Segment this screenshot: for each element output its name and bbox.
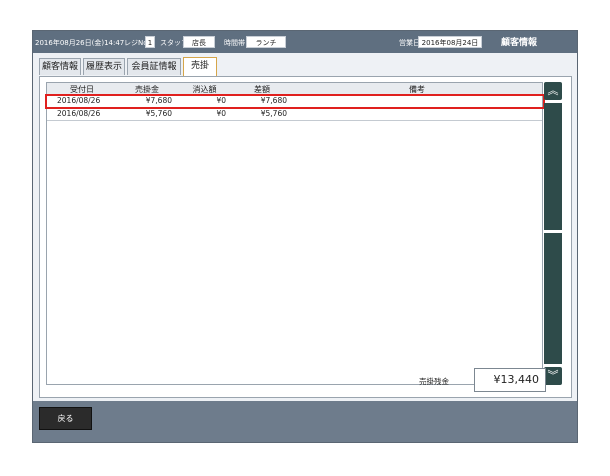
receivable-balance-label: 売掛残金	[419, 377, 449, 386]
selected-row-highlight	[45, 94, 545, 109]
register-number: 1	[145, 36, 155, 48]
bottom-action-bar: 戻る	[33, 401, 577, 442]
vertical-scrollbar[interactable]: ︽ ︾	[544, 82, 562, 385]
datetime-text: 2016年08月26日(金)14:47	[35, 39, 125, 47]
double-chevron-up-icon[interactable]: ︽	[544, 82, 562, 100]
window-title: 顧客情報	[501, 38, 538, 48]
receivable-balance-value: ¥13,440	[474, 368, 546, 392]
top-status-bar: 2016年08月26日(金)14:47 レジNo 1 スタッフ 店長 時間帯 ラ…	[33, 31, 577, 53]
scrollbar-thumb[interactable]	[544, 103, 562, 230]
customer-info-window: 2016年08月26日(金)14:47 レジNo 1 スタッフ 店長 時間帯 ラ…	[32, 30, 578, 443]
tab-membership-card[interactable]: 会員証情報	[127, 58, 181, 75]
staff-field[interactable]: 店長	[183, 36, 215, 48]
cell-difference: ¥5,760	[260, 109, 287, 118]
double-chevron-down-icon[interactable]: ︾	[544, 367, 562, 385]
tab-customer-info[interactable]: 顧客情報	[39, 58, 81, 75]
tab-accounts-receivable[interactable]: 売掛	[183, 57, 217, 76]
time-slot-label: 時間帯	[224, 39, 245, 47]
business-day-label: 営業日	[399, 39, 420, 47]
register-label: レジNo	[124, 39, 148, 47]
cell-amount: ¥5,760	[145, 109, 172, 118]
tab-history[interactable]: 履歴表示	[83, 58, 125, 75]
back-button[interactable]: 戻る	[39, 407, 92, 430]
table-row[interactable]: 2016/08/26 ¥5,760 ¥0 ¥5,760	[47, 108, 542, 121]
business-day-field: 2016年08月24日	[418, 36, 482, 48]
receivables-panel: 受付日 売掛金 消込額 差額 備考 2016/08/26 ¥7,680 ¥0 ¥…	[39, 76, 572, 398]
cell-date: 2016/08/26	[57, 109, 101, 118]
cell-cleared: ¥0	[216, 109, 226, 118]
scrollbar-track[interactable]	[544, 233, 562, 364]
time-slot-field[interactable]: ランチ	[246, 36, 286, 48]
receivables-table: 受付日 売掛金 消込額 差額 備考 2016/08/26 ¥7,680 ¥0 ¥…	[45, 82, 545, 385]
